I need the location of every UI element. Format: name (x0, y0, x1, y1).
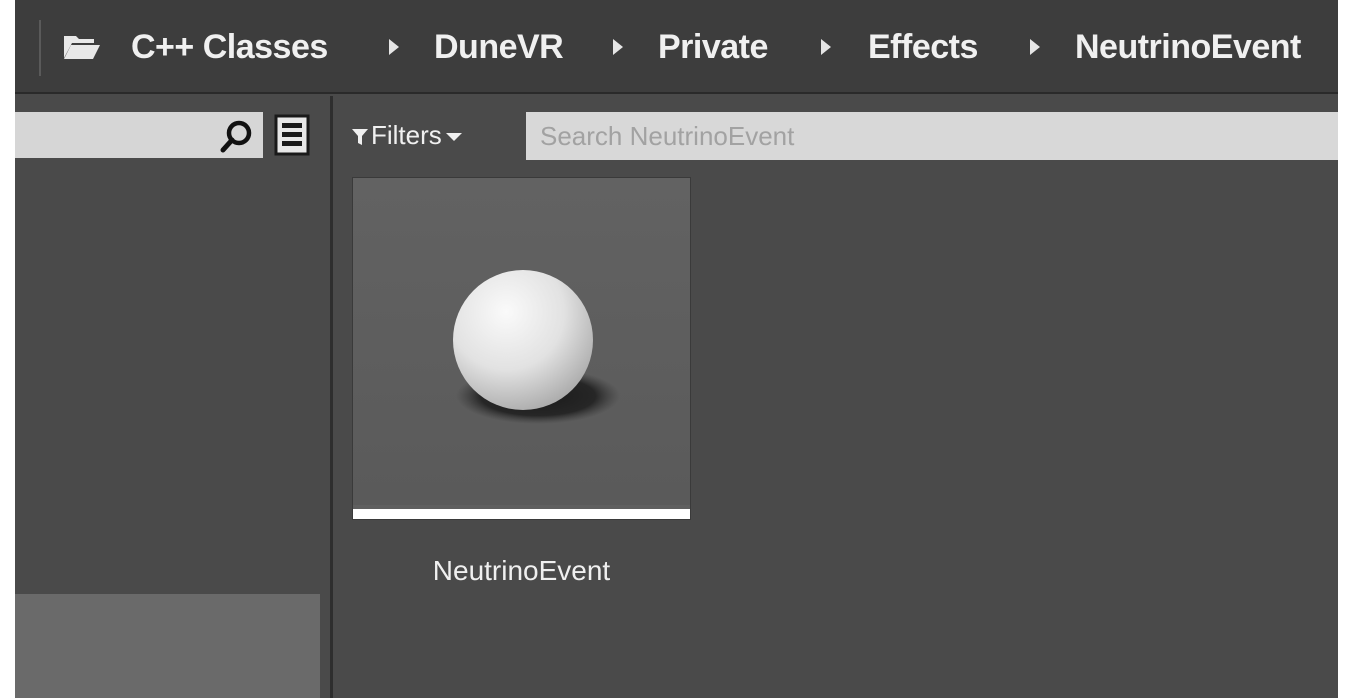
chevron-down-icon (445, 133, 462, 142)
breadcrumb-item-dunevr[interactable]: DuneVR (434, 27, 564, 67)
breadcrumb-item-cpp-classes[interactable]: C++ Classes (131, 27, 328, 67)
folder-tree-panel (15, 96, 330, 698)
breadcrumb-arrow-icon[interactable] (1030, 39, 1040, 55)
view-options-icon[interactable] (273, 113, 311, 157)
asset-tile[interactable] (353, 178, 690, 519)
toolbar-separator (39, 20, 41, 76)
breadcrumb-arrow-icon[interactable] (821, 39, 831, 55)
filters-label: Filters (371, 120, 442, 150)
asset-search-input[interactable] (526, 112, 1338, 160)
breadcrumb-arrow-icon[interactable] (389, 39, 399, 55)
content-browser: C++ Classes DuneVR Private Effects Neutr… (15, 0, 1338, 698)
breadcrumb: C++ Classes DuneVR Private Effects Neutr… (15, 0, 1338, 94)
filter-icon (352, 129, 368, 146)
asset-name-label[interactable]: NeutrinoEvent (353, 555, 690, 587)
breadcrumb-item-private[interactable]: Private (658, 27, 768, 67)
filters-button[interactable]: Filters (352, 115, 462, 155)
search-icon[interactable] (219, 118, 255, 154)
breadcrumb-item-effects[interactable]: Effects (868, 27, 978, 67)
folder-open-icon (64, 36, 100, 59)
breadcrumb-item-neutrinoevent[interactable]: NeutrinoEvent (1075, 27, 1301, 67)
folder-list[interactable] (15, 594, 320, 698)
panel-splitter[interactable] (330, 96, 333, 698)
breadcrumb-arrow-icon[interactable] (613, 39, 623, 55)
sphere-icon (353, 178, 690, 505)
asset-type-strip (353, 509, 690, 519)
